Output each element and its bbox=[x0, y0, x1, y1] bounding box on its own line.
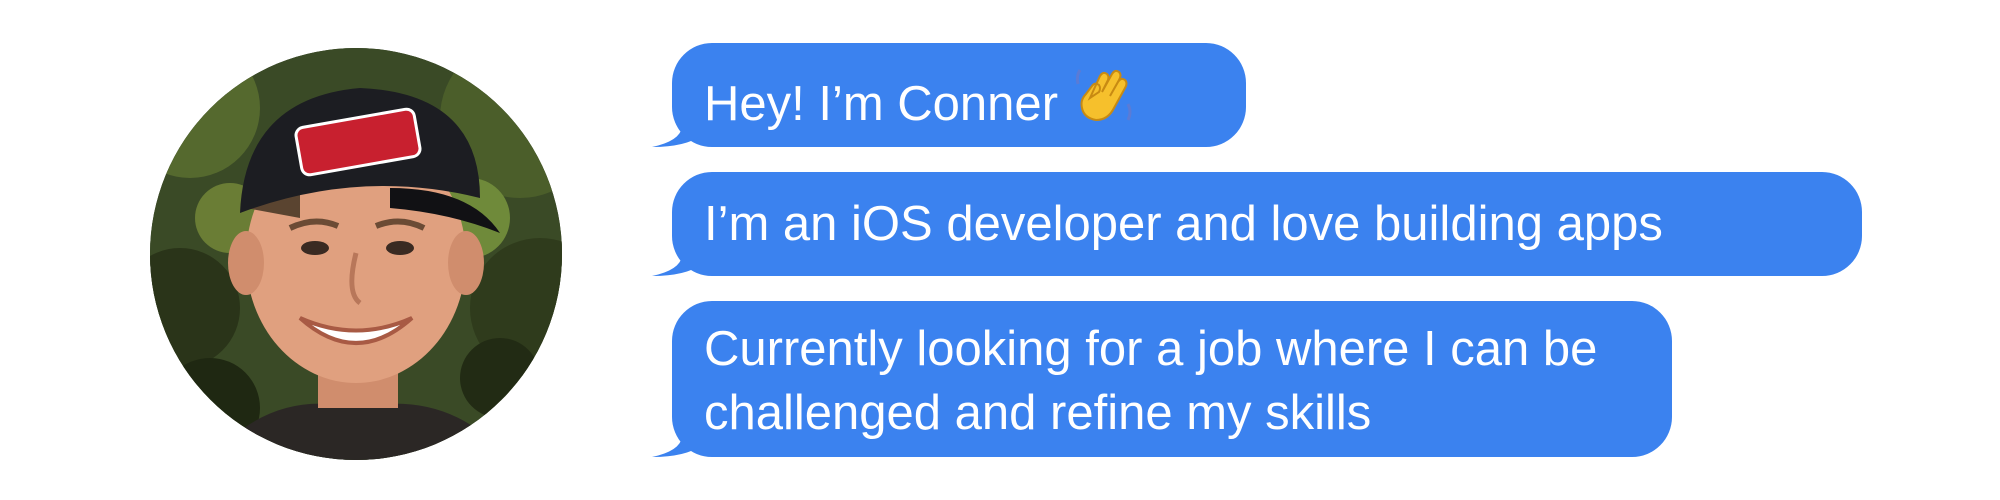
message-text-1: Hey! I’m Conner bbox=[704, 77, 1059, 131]
bubble-tail-icon bbox=[652, 417, 702, 457]
message-bubble-2: I’m an iOS developer and love building a… bbox=[652, 172, 1862, 276]
message-bubble-1: Hey! I’m Conner bbox=[652, 43, 1246, 147]
avatar bbox=[150, 48, 562, 460]
message-text-3: Currently looking for a job where I can … bbox=[704, 322, 1598, 440]
message-text-2: I’m an iOS developer and love building a… bbox=[704, 197, 1663, 251]
avatar-photo bbox=[150, 48, 562, 460]
waving-hand-icon bbox=[1075, 69, 1132, 122]
bubble-tail-icon bbox=[652, 107, 702, 147]
message-bubble-3: Currently looking for a job where I can … bbox=[652, 301, 1672, 457]
bubble-tail-icon bbox=[652, 236, 702, 276]
